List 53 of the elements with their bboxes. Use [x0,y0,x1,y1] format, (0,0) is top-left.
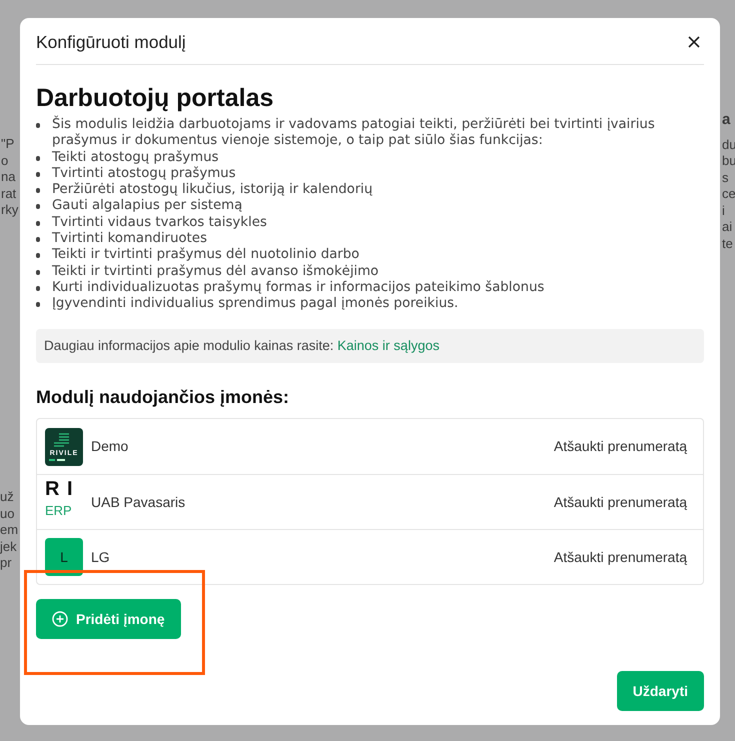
feature-text: Teikti ir tvirtinti prašymus dėl avanso išmokėjimo [52,264,379,280]
feature-text: Šis modulis leidžia darbuotojams ir vadovams patogiai teikti, peržiūrėti bei tvirtinti įvairius prašymus ir dokumentus vienoje sistemoje, o taip pat siūlo šias funkcijas: [52,117,656,150]
info-text: Daugiau informacijos apie modulio kainas rasite: [44,338,335,353]
bullet-icon [36,220,40,226]
feature-text: Gauti algalapius per sistemą [52,198,242,215]
background-text: uo [0,506,16,522]
bullet-icon [36,270,40,275]
bullet-icon [36,237,40,242]
company-name: LG [91,548,111,567]
background-text: ce [722,186,735,202]
cancel-subscription-button[interactable]: Atšaukti prenumeratą [554,492,687,513]
feature-text: Tvirtinti komandiruotes [52,231,207,247]
feature-text: Teikti atostogų prašymus [52,150,219,166]
company-name: Demo [91,437,130,456]
bullet-icon [36,204,40,210]
background-text: ai [722,219,734,236]
feature-text: Teikti ir tvirtinti prašymus dėl nuotolinio darbo [52,247,360,264]
pricing-link[interactable]: Kainos ir sąlygos [337,338,440,353]
cancel-subscription-button[interactable]: Atšaukti prenumeratą [554,546,687,568]
background-text: em [0,522,18,538]
plus-circle-icon [52,611,68,628]
company-logo: R I ERP [45,479,75,520]
cancel-subscription-button[interactable]: Atšaukti prenumeratą [554,436,687,458]
background-text: a [722,112,732,128]
background-text: s [722,170,730,186]
background-text: rat [1,186,18,202]
background-text: už [0,489,15,506]
bullet-icon [36,286,40,291]
feature-text: Peržiūrėti atostogų likučius, istoriją ir kalendorių [52,182,373,198]
bullet-icon [36,156,40,161]
company-name: UAB Pavasaris [91,492,186,512]
background-text: na [1,169,16,186]
background-text: jek [0,538,18,555]
bullet-icon [36,253,40,258]
background-text: "P [1,136,16,152]
companies-heading: Modulį naudojančios įmonės: [36,386,290,408]
company-avatar: L [45,538,83,576]
background-text: i [722,202,726,219]
background-text: te [722,236,734,252]
background-text: rky [1,202,18,218]
bullet-icon [36,188,40,194]
background-text: pr [0,555,13,572]
feature-text: Įgyvendinti individualius sprendimus pagal įmonės poreikius. [52,296,458,313]
module-heading: Darbuotojų portalas [36,83,275,113]
bullet-icon [36,302,40,308]
bullet-icon [36,172,40,177]
feature-text: Tvirtinti vidaus tvarkos taisykles [52,214,267,232]
feature-text: Tvirtinti atostogų prašymus [52,166,236,182]
bullet-icon [36,123,40,128]
modal-title: Konfigūruoti modulį [36,32,186,52]
close-icon [688,36,700,48]
feature-text: Kurti individualizuotas prašymų formas ir informacijos pateikimo šablonus [52,280,544,296]
background-text: o [1,152,10,169]
